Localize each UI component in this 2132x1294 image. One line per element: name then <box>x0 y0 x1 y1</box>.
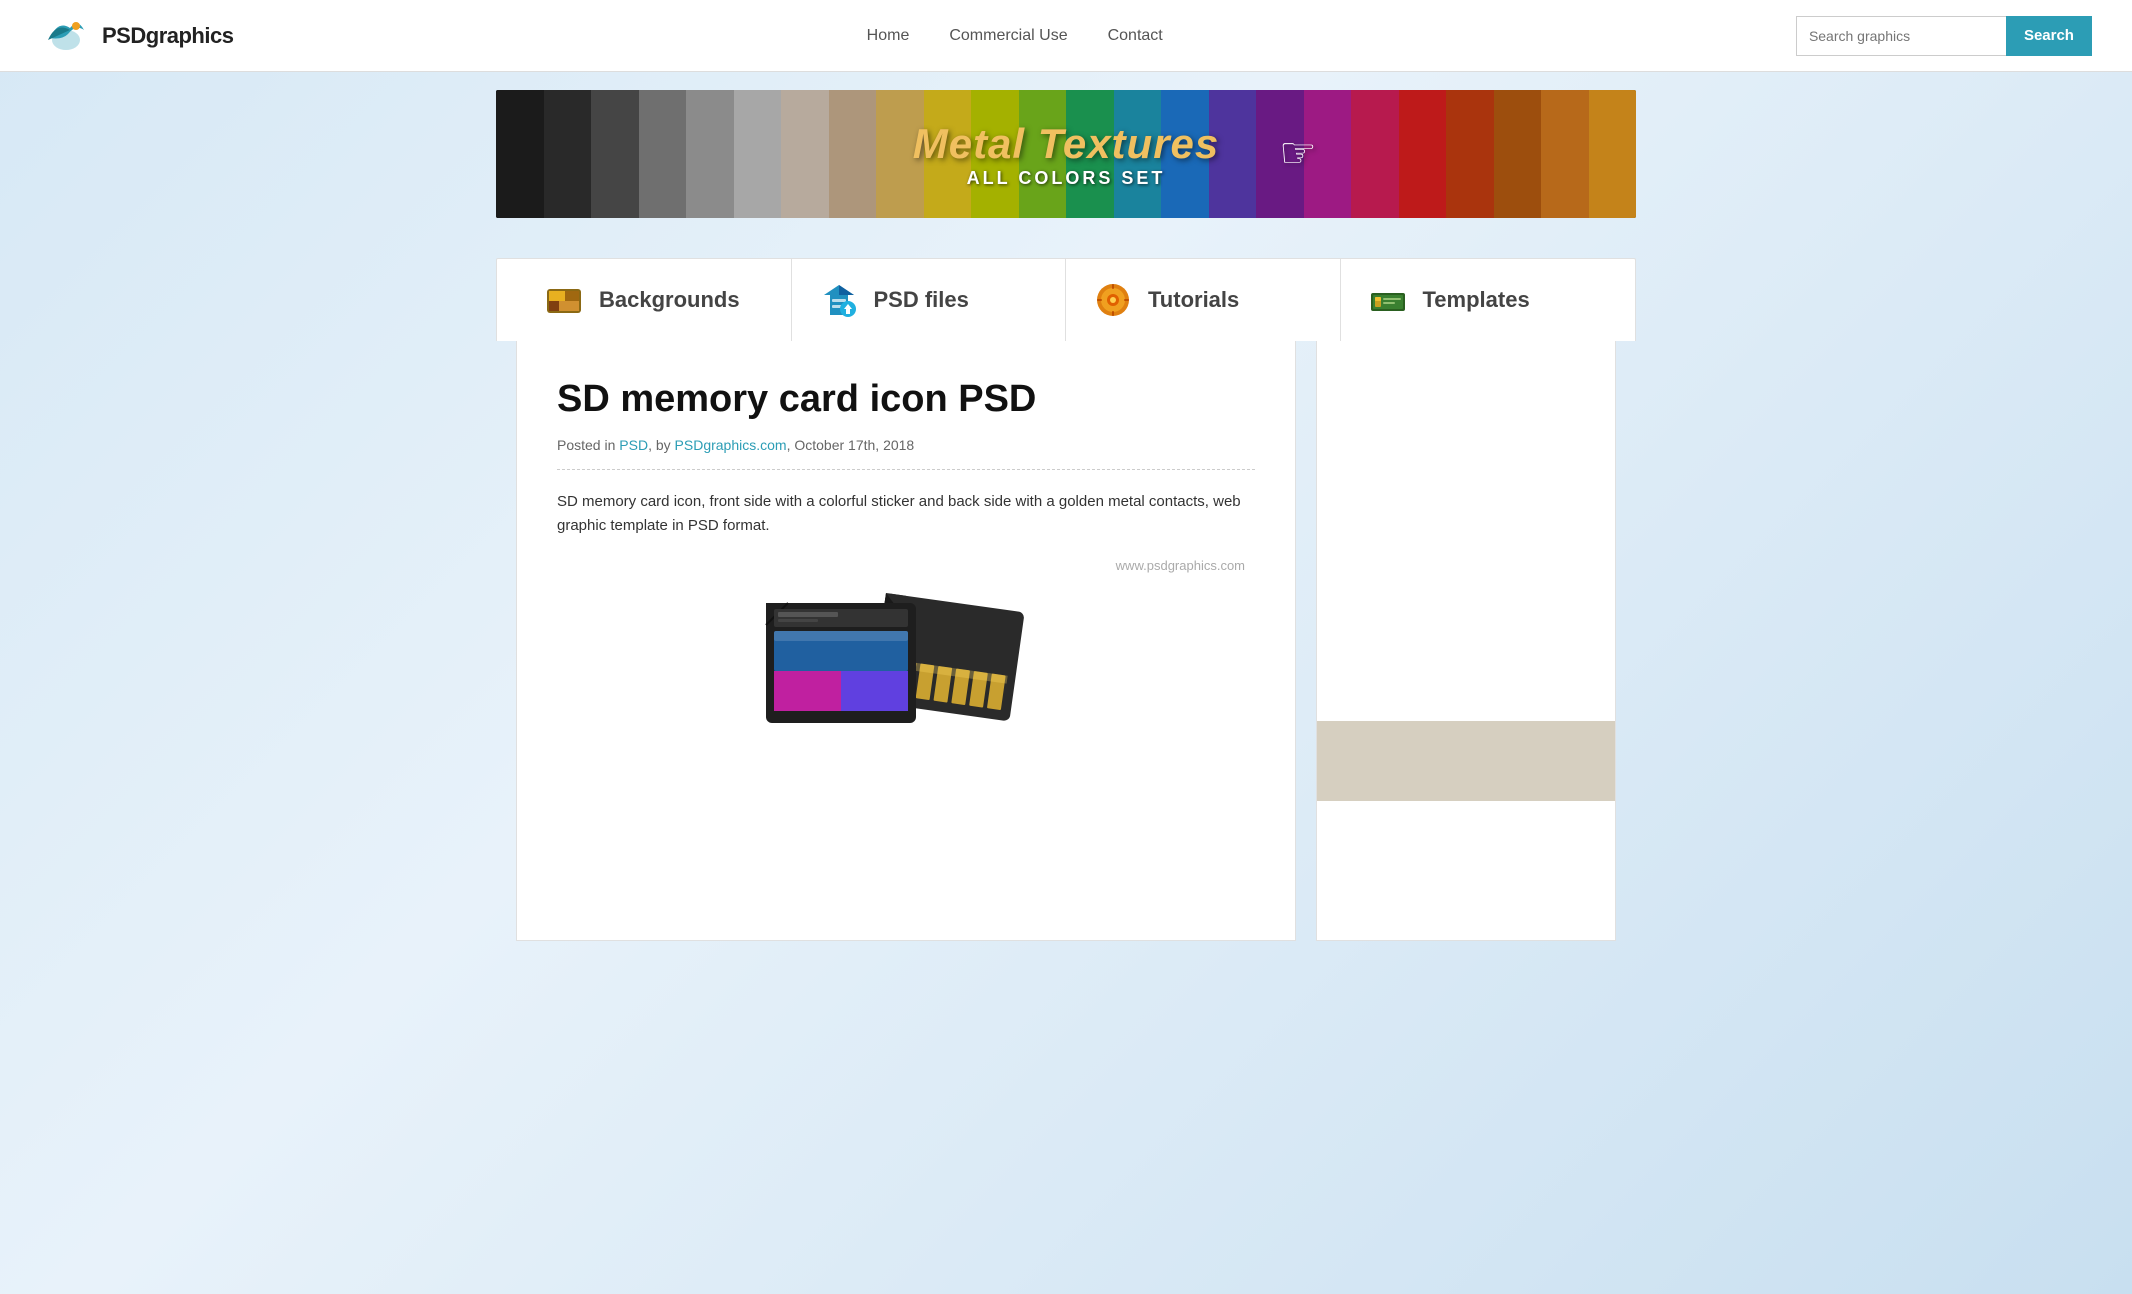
nav-home[interactable]: Home <box>867 27 910 45</box>
main-nav: Home Commercial Use Contact <box>867 27 1163 45</box>
category-tutorials[interactable]: Tutorials <box>1066 259 1341 341</box>
search-button[interactable]: Search <box>2006 16 2092 56</box>
category-templates-label: Templates <box>1423 287 1530 313</box>
psd-files-icon <box>820 281 858 319</box>
meta-date: October 17th, 2018 <box>794 437 914 453</box>
category-backgrounds-label: Backgrounds <box>599 287 740 313</box>
logo-text: PSDgraphics <box>102 23 233 49</box>
meta-by: by <box>656 437 671 453</box>
meta-prefix: Posted in <box>557 437 615 453</box>
banner-subtitle: ALL COLORS SET <box>967 168 1166 189</box>
category-tutorials-label: Tutorials <box>1148 287 1239 313</box>
nav-contact[interactable]: Contact <box>1108 27 1163 45</box>
category-templates[interactable]: Templates <box>1341 259 1616 341</box>
main-content: SD memory card icon PSD Posted in PSD, b… <box>496 341 1636 981</box>
logo-area[interactable]: PSDgraphics <box>40 10 233 62</box>
site-header: PSDgraphics Home Commercial Use Contact … <box>0 0 2132 72</box>
category-backgrounds[interactable]: Backgrounds <box>517 259 792 341</box>
sd-card-illustration <box>557 583 1255 763</box>
search-input[interactable] <box>1796 16 2006 56</box>
nav-commercial-use[interactable]: Commercial Use <box>949 27 1067 45</box>
search-area: Search <box>1796 16 2092 56</box>
category-psd-files-label: PSD files <box>874 287 969 313</box>
banner-title: Metal Textures <box>913 120 1220 168</box>
backgrounds-icon <box>545 281 583 319</box>
article-title: SD memory card icon PSD <box>557 377 1255 423</box>
watermark: www.psdgraphics.com <box>557 558 1255 573</box>
logo-icon <box>40 10 92 62</box>
tutorials-icon <box>1094 281 1132 319</box>
sidebar <box>1316 341 1616 941</box>
article-meta: Posted in PSD, by PSDgraphics.com, Octob… <box>557 437 1255 470</box>
sidebar-ad <box>1317 721 1615 801</box>
meta-author-link[interactable]: PSDgraphics.com <box>675 437 787 453</box>
templates-icon <box>1369 281 1407 319</box>
article-description: SD memory card icon, front side with a c… <box>557 490 1255 538</box>
article: SD memory card icon PSD Posted in PSD, b… <box>516 341 1296 941</box>
category-bar: Backgrounds PSD files <box>496 258 1636 341</box>
banner-container: Metal Textures ALL COLORS SET ☞ <box>476 90 1656 218</box>
banner-cursor: ☞ <box>1279 128 1317 177</box>
banner: Metal Textures ALL COLORS SET ☞ <box>496 90 1636 218</box>
category-psd-files[interactable]: PSD files <box>792 259 1067 341</box>
meta-category-link[interactable]: PSD <box>619 437 648 453</box>
